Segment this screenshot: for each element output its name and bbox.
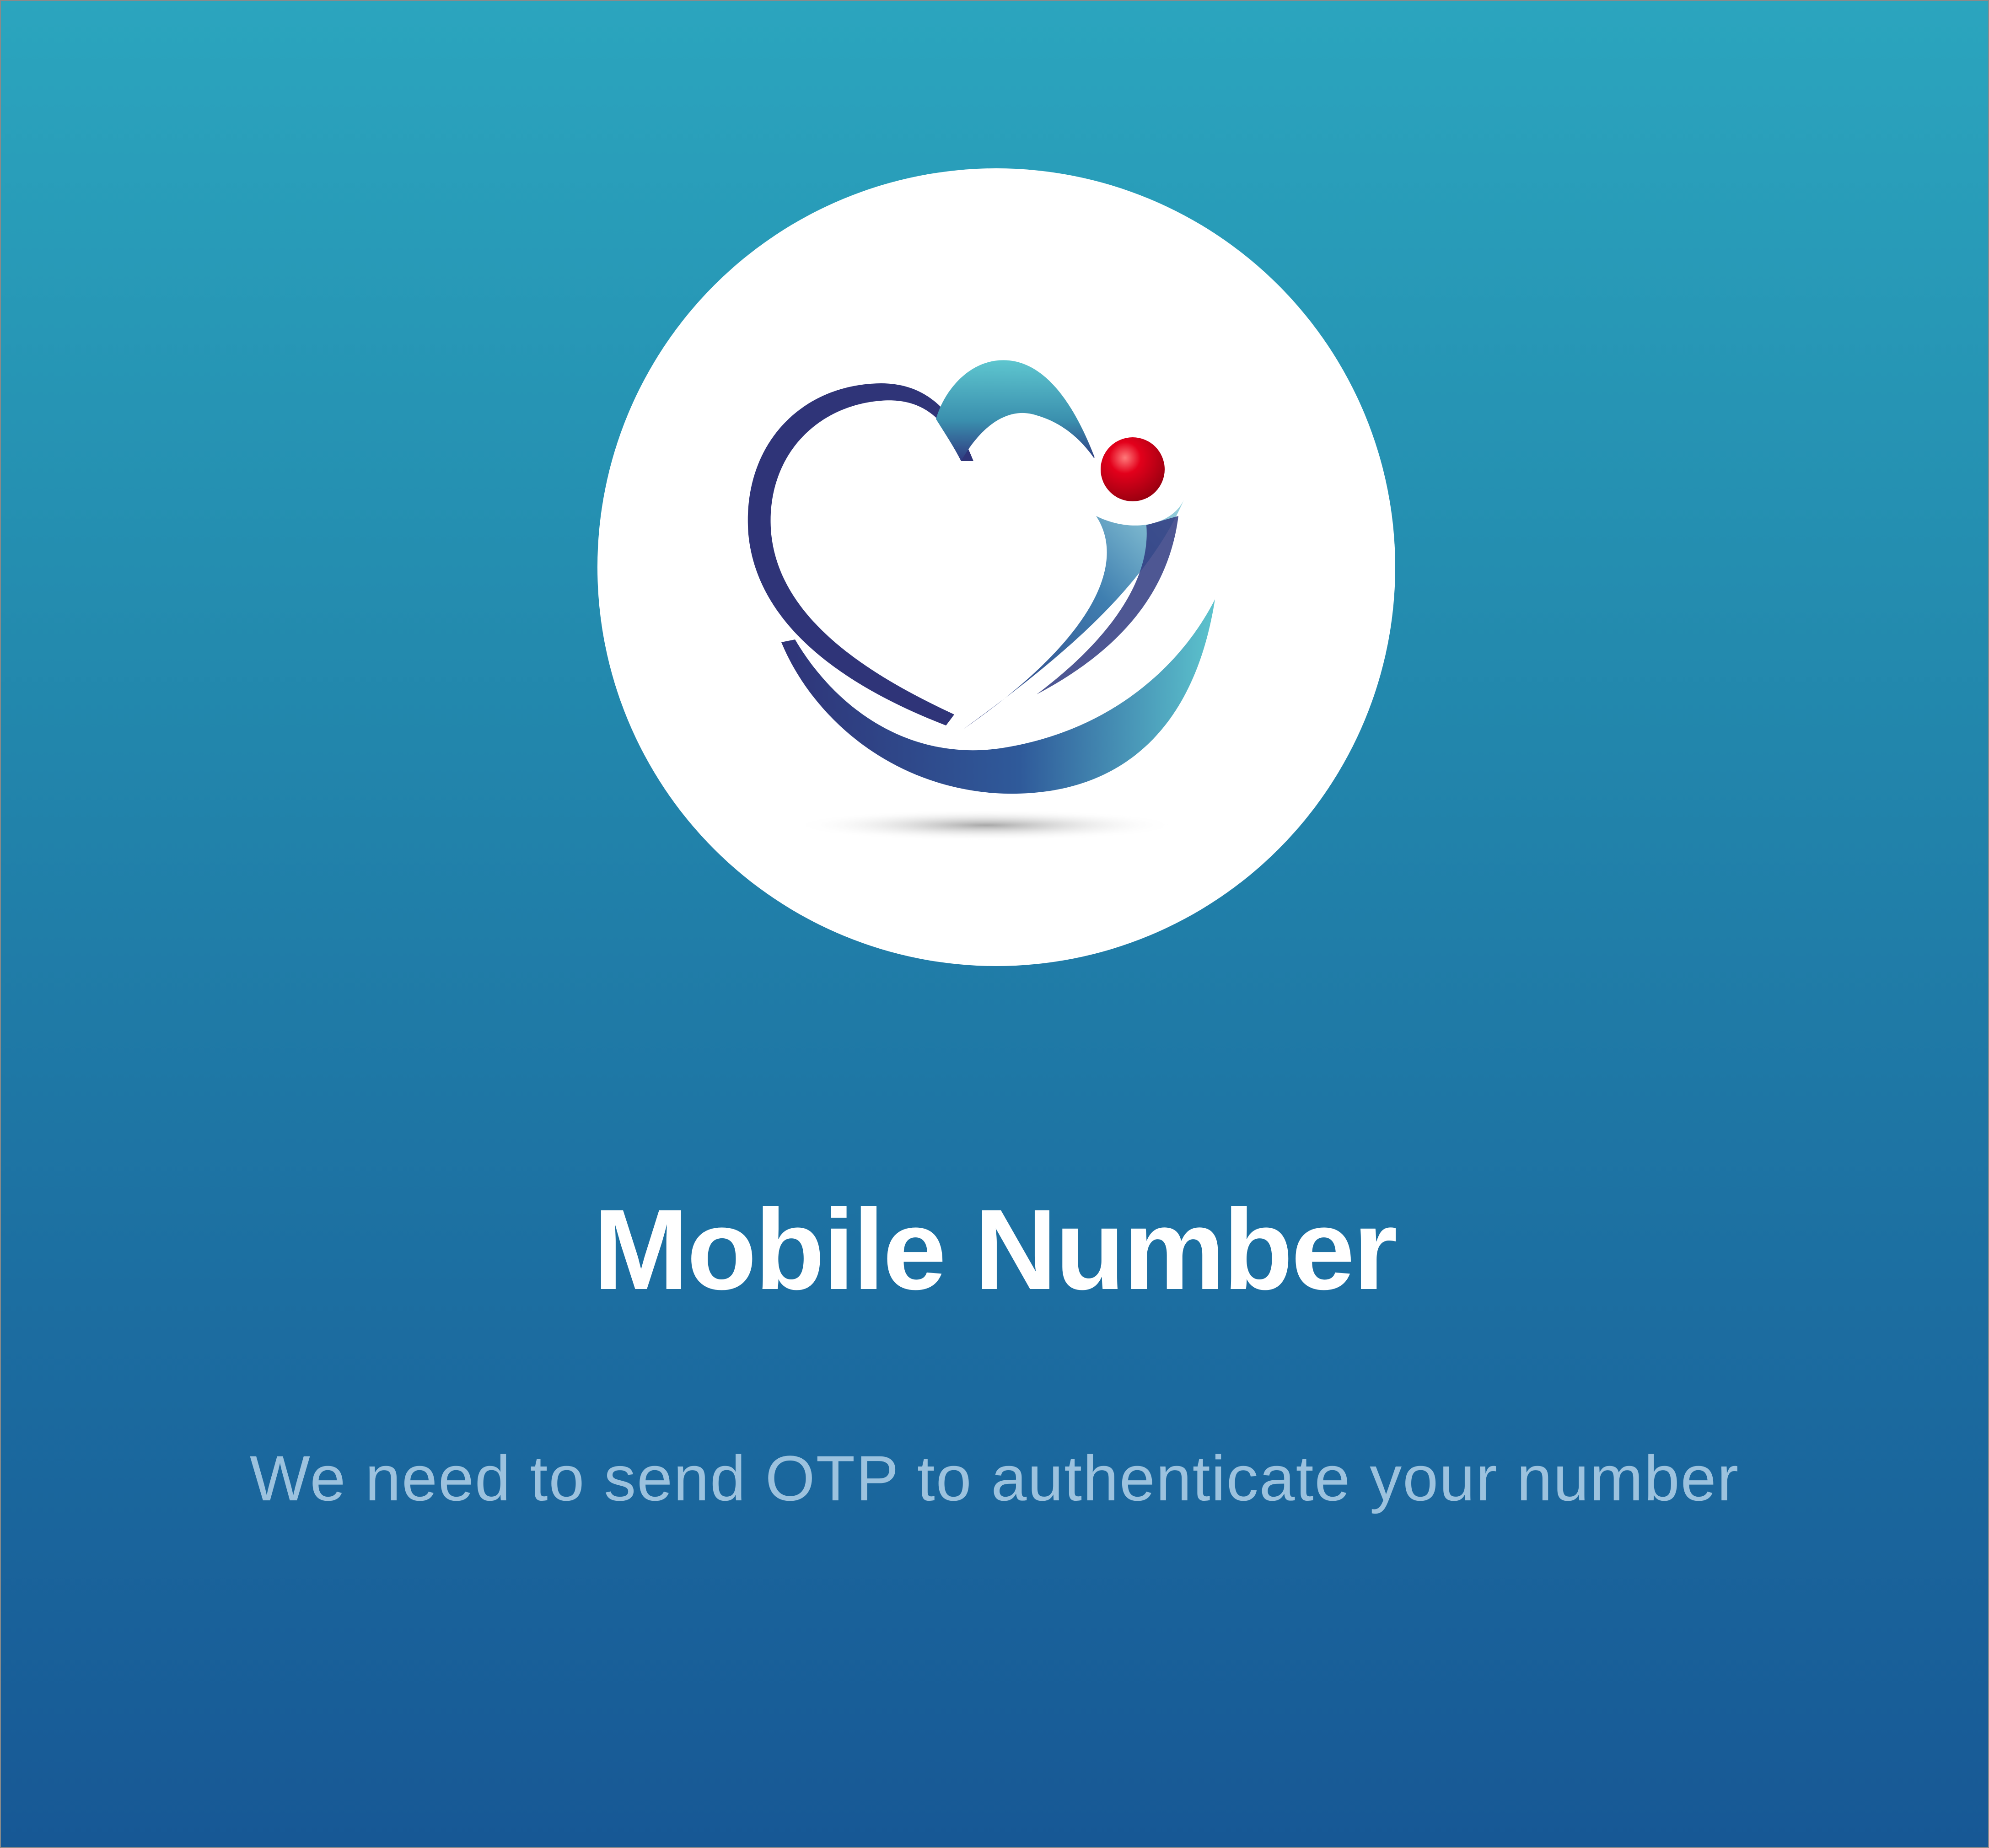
otp-intro-screen: Mobile Number We need to send OTP to aut…	[0, 0, 1989, 1848]
page-subtitle: We need to send OTP to authenticate your…	[249, 1442, 1740, 1514]
logo-container	[597, 168, 1395, 966]
heart-logo-icon	[747, 360, 1215, 841]
page-title: Mobile Number	[593, 1186, 1398, 1313]
